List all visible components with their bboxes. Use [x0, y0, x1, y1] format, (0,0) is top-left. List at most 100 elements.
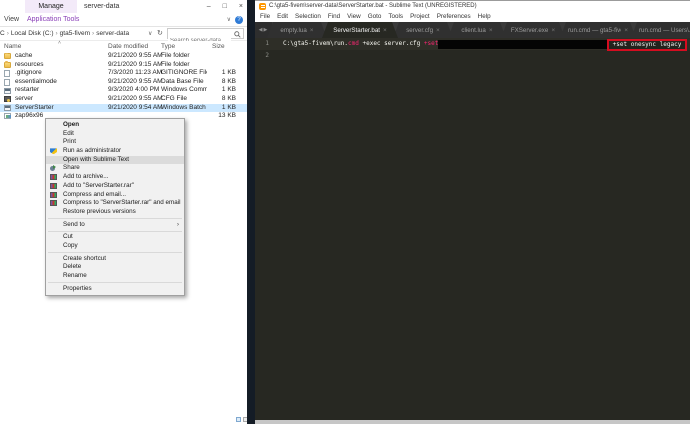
column-header-name[interactable]: Name — [4, 41, 21, 52]
menu-goto[interactable]: Goto — [368, 13, 382, 20]
context-menu-item-send-to[interactable]: Send to › — [46, 221, 184, 230]
file-name: .gitignore — [15, 69, 42, 77]
code-line-1: C:\gta5-fivem\run.cmd +exec server.cfg +… — [283, 38, 438, 50]
sort-ascending-icon: ˄ — [58, 40, 61, 46]
tab-empty-lua[interactable]: empty.lua × — [267, 22, 327, 38]
code-path-token: C:\gta5-fivem\run. — [283, 40, 349, 47]
help-icon[interactable]: ? — [235, 16, 243, 24]
menu-help[interactable]: Help — [478, 13, 491, 20]
winrar-icon — [50, 200, 57, 207]
search-icon[interactable] — [234, 30, 241, 38]
file-row[interactable]: .gitignore 7/3/2020 11:23 AM GITIGNORE F… — [0, 69, 247, 78]
file-row[interactable]: cache 9/21/2020 9:55 AM File folder — [0, 52, 247, 61]
details-view-icon[interactable] — [236, 417, 241, 422]
menu-tools[interactable]: Tools — [388, 13, 403, 20]
code-cmd-token: cmd — [348, 40, 359, 47]
context-menu-item-compress-to-rar-and-email[interactable]: Compress to "ServerStarter.rar" and emai… — [46, 199, 184, 208]
context-menu-item-label: Add to archive... — [63, 173, 109, 181]
context-menu-item-share[interactable]: Share — [46, 164, 184, 173]
explorer-window-controls: – □ × — [207, 0, 243, 13]
context-menu-item-add-to-archive[interactable]: Add to archive... — [46, 173, 184, 182]
menu-preferences[interactable]: Preferences — [437, 13, 471, 20]
file-row[interactable]: restarter 9/3/2020 4:00 PM Windows Comma… — [0, 86, 247, 95]
tab-label: client.lua — [461, 26, 486, 34]
breadcrumb-segment[interactable]: server-data — [96, 30, 129, 37]
tab-fxserver-exe[interactable]: FXServer.exe × — [501, 22, 565, 38]
tab-run-cmd-users[interactable]: run.cmd — Users\... — [631, 22, 690, 38]
breadcrumb-segment[interactable]: gta5-fivem — [60, 30, 90, 37]
context-menu-item-open-with-sublime-text[interactable]: Open with Sublime Text — [46, 155, 184, 165]
file-size: 1 KB — [221, 69, 236, 77]
menu-view[interactable]: View — [347, 13, 361, 20]
column-header-date-modified[interactable]: Date modified — [108, 41, 148, 52]
tab-forward-icon[interactable]: ▶ — [264, 27, 269, 33]
breadcrumb-segment[interactable]: C — [0, 30, 5, 37]
tab-label: ServerStarter.bat — [333, 26, 380, 34]
cfg-file-icon — [4, 96, 11, 103]
file-type: File folder — [161, 52, 190, 59]
tab-server-cfg[interactable]: server.cfg × — [393, 22, 453, 38]
tab-close-icon[interactable]: × — [310, 27, 314, 34]
file-name: restarter — [15, 86, 40, 94]
menu-separator — [48, 218, 182, 220]
breadcrumb-segment[interactable]: Local Disk (C:) — [11, 30, 54, 37]
file-row[interactable]: essentialmode 9/21/2020 9:55 AM Data Bas… — [0, 78, 247, 87]
batch-file-icon — [4, 104, 11, 111]
address-dropdown-icon[interactable]: ∨ — [148, 27, 152, 41]
file-icon — [4, 70, 10, 78]
tab-close-icon[interactable]: × — [489, 27, 493, 34]
tab-close-icon[interactable]: × — [436, 27, 440, 34]
context-menu-item-edit[interactable]: Edit — [46, 130, 184, 139]
tab-close-icon[interactable]: × — [624, 27, 628, 34]
code-editor[interactable]: 1 2 C:\gta5-fivem\run.cmd +exec server.c… — [255, 38, 690, 420]
file-date: 9/3/2020 4:00 PM — [108, 86, 160, 94]
menu-edit[interactable]: Edit — [277, 13, 288, 20]
context-menu-item-print[interactable]: Print — [46, 138, 184, 147]
manage-ribbon-tab[interactable]: Manage — [25, 0, 77, 13]
folder-icon — [4, 61, 11, 68]
file-name: ServerStarter — [15, 103, 54, 111]
file-date: 9/21/2020 9:55 AM — [108, 94, 163, 102]
context-menu-item-compress-and-email[interactable]: Compress and email... — [46, 191, 184, 200]
context-menu-item-run-as-administrator[interactable]: Run as administrator — [46, 147, 184, 156]
tab-close-icon[interactable]: × — [383, 27, 387, 34]
menu-selection[interactable]: Selection — [295, 13, 321, 20]
tab-client-lua[interactable]: client.lua × — [448, 22, 506, 38]
tab-run-cmd-gta5-fivem[interactable]: run.cmd — gta5-fivem × — [560, 22, 636, 38]
file-date: 7/3/2020 11:23 AM — [108, 69, 163, 77]
menu-project[interactable]: Project — [410, 13, 430, 20]
refresh-icon[interactable]: ↻ — [157, 27, 163, 41]
context-menu-item-delete[interactable]: Delete — [46, 263, 184, 272]
minimize-button[interactable]: – — [207, 0, 211, 13]
column-headers: ˄ Name Date modified Type Size — [0, 40, 247, 52]
context-menu-item-properties[interactable]: Properties — [46, 285, 184, 294]
file-row-selected[interactable]: ServerStarter 9/21/2020 9:54 AM Windows … — [0, 103, 247, 113]
breadcrumb-separator: › — [6, 30, 9, 37]
context-menu-item-copy[interactable]: Copy — [46, 242, 184, 251]
context-menu-item-open[interactable]: Open — [46, 121, 184, 130]
context-menu-item-restore-previous-versions[interactable]: Restore previous versions — [46, 208, 184, 217]
menu-file[interactable]: File — [260, 13, 270, 20]
image-file-icon — [4, 113, 11, 120]
breadcrumb[interactable]: C › Local Disk (C:) › gta5-fivem › server-data — [0, 27, 129, 41]
tab-label: empty.lua — [280, 26, 307, 34]
ribbon-collapse-chevron-icon[interactable]: ∨ — [227, 13, 231, 27]
tab-close-icon[interactable]: × — [551, 27, 555, 34]
column-header-type[interactable]: Type — [161, 41, 175, 52]
menu-find[interactable]: Find — [328, 13, 340, 20]
context-menu-item-label: Run as administrator — [63, 147, 122, 155]
file-size: 1 KB — [221, 103, 236, 111]
ribbon-tab-application-tools[interactable]: Application Tools — [27, 13, 79, 27]
file-row[interactable]: server 9/21/2020 9:55 AM CFG File 8 KB — [0, 95, 247, 104]
file-row[interactable]: resources 9/21/2020 9:15 AM File folder — [0, 61, 247, 70]
context-menu-item-create-shortcut[interactable]: Create shortcut — [46, 255, 184, 264]
tab-serverstarter-bat[interactable]: ServerStarter.bat × — [322, 22, 398, 38]
file-type: CFG File — [161, 94, 187, 102]
ribbon-tab-view[interactable]: View — [4, 13, 19, 27]
column-header-size[interactable]: Size — [212, 41, 225, 52]
context-menu-item-cut[interactable]: Cut — [46, 233, 184, 242]
context-menu-item-rename[interactable]: Rename — [46, 272, 184, 281]
close-button[interactable]: × — [239, 0, 243, 13]
context-menu-item-add-to-rar[interactable]: Add to "ServerStarter.rar" — [46, 182, 184, 191]
maximize-button[interactable]: □ — [223, 0, 227, 13]
